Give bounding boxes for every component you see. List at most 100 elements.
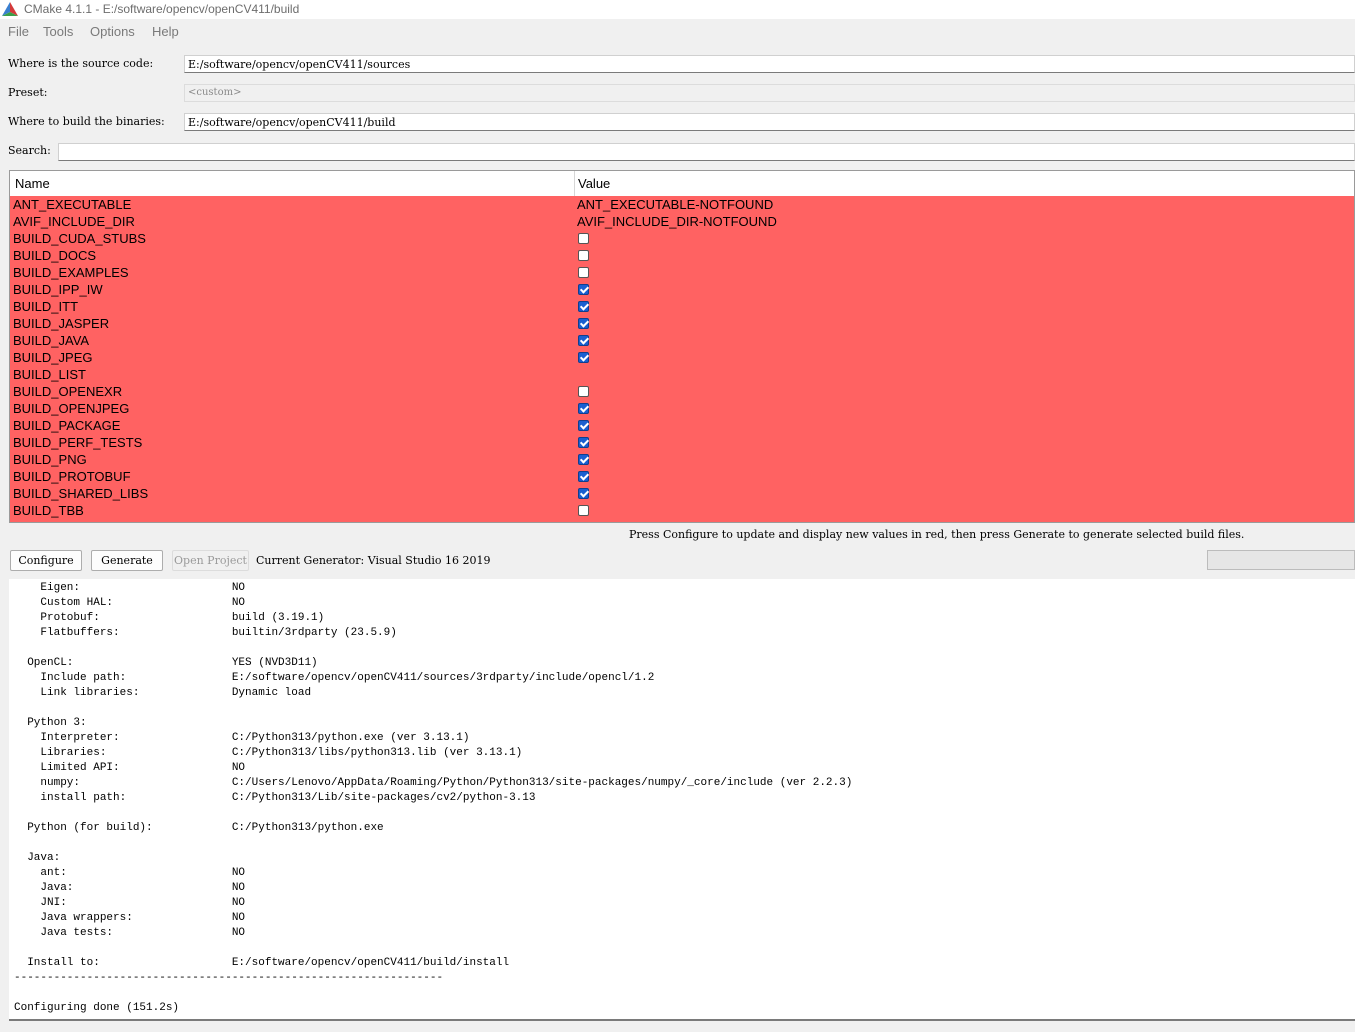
- cmake-logo-icon: [2, 2, 18, 16]
- current-generator: Current Generator: Visual Studio 16 2019: [256, 554, 491, 567]
- value-checkbox[interactable]: [578, 301, 589, 312]
- table-row[interactable]: BUILD_PROTOBUF: [10, 468, 1354, 485]
- value-checkbox[interactable]: [578, 352, 589, 363]
- cell-name: BUILD_PROTOBUF: [13, 469, 131, 484]
- cell-name: BUILD_PACKAGE: [13, 418, 121, 433]
- menu-file[interactable]: File: [8, 24, 29, 39]
- table-row[interactable]: ANT_EXECUTABLE ANT_EXECUTABLE-NOTFOUND: [10, 196, 1354, 213]
- log-line: ant: NO: [14, 867, 246, 879]
- title-bar: CMake 4.1.1 - E:/software/opencv/openCV4…: [0, 0, 1355, 19]
- value-checkbox[interactable]: [578, 250, 589, 261]
- value-checkbox[interactable]: [578, 471, 589, 482]
- log-line: JNI: NO: [14, 897, 246, 909]
- column-header-name[interactable]: Name: [15, 176, 50, 191]
- search-label: Search:: [8, 144, 51, 157]
- hint-text: Press Configure to update and display ne…: [629, 528, 1245, 541]
- cell-name: BUILD_SHARED_LIBS: [13, 486, 149, 501]
- table-row[interactable]: BUILD_LIST: [10, 366, 1354, 383]
- table-row[interactable]: BUILD_JPEG: [10, 349, 1354, 366]
- cell-name: BUILD_IPP_IW: [13, 282, 103, 297]
- value-checkbox[interactable]: [578, 284, 589, 295]
- open-project-button[interactable]: Open Project: [172, 550, 249, 571]
- progress-bar: [1207, 550, 1355, 570]
- table-row[interactable]: BUILD_JASPER: [10, 315, 1354, 332]
- table-row[interactable]: BUILD_SHARED_LIBS: [10, 485, 1354, 502]
- table-row[interactable]: BUILD_OPENJPEG: [10, 400, 1354, 417]
- table-row[interactable]: BUILD_EXAMPLES: [10, 264, 1354, 281]
- log-line: Interpreter: C:/Python313/python.exe (ve…: [14, 732, 470, 744]
- value-checkbox[interactable]: [578, 420, 589, 431]
- table-row[interactable]: BUILD_PACKAGE: [10, 417, 1354, 434]
- cell-name: BUILD_OPENEXR: [13, 384, 123, 399]
- cell-name: BUILD_DOCS: [13, 248, 97, 263]
- table-row[interactable]: BUILD_IPP_IW: [10, 281, 1354, 298]
- log-line: Python 3:: [14, 717, 87, 729]
- log-line: Custom HAL: NO: [14, 597, 246, 609]
- generate-button[interactable]: Generate: [91, 550, 163, 571]
- cell-name: BUILD_JASPER: [13, 316, 110, 331]
- table-header: Name Value: [10, 171, 1354, 197]
- value-checkbox[interactable]: [578, 335, 589, 346]
- value-checkbox[interactable]: [578, 488, 589, 499]
- window-title: CMake 4.1.1 - E:/software/opencv/openCV4…: [24, 2, 300, 16]
- log-line: Java wrappers: NO: [14, 912, 246, 924]
- log-line: Libraries: C:/Python313/libs/python313.l…: [14, 747, 523, 759]
- cell-value[interactable]: ANT_EXECUTABLE-NOTFOUND: [577, 197, 773, 212]
- log-line: Python (for build): C:/Python313/python.…: [14, 822, 384, 834]
- cell-name: BUILD_ITT: [13, 299, 79, 314]
- log-line: Flatbuffers: builtin/3rdparty (23.5.9): [14, 627, 397, 639]
- binaries-input[interactable]: E:/software/opencv/openCV411/build: [184, 113, 1355, 131]
- value-checkbox[interactable]: [578, 454, 589, 465]
- log-line: numpy: C:/Users/Lenovo/AppData/Roaming/P…: [14, 777, 853, 789]
- table-row[interactable]: BUILD_PERF_TESTS: [10, 434, 1354, 451]
- column-header-value[interactable]: Value: [578, 176, 610, 191]
- cell-name: BUILD_OPENJPEG: [13, 401, 130, 416]
- cell-value[interactable]: AVIF_INCLUDE_DIR-NOTFOUND: [577, 214, 777, 229]
- value-checkbox[interactable]: [578, 318, 589, 329]
- log-line: Link libraries: Dynamic load: [14, 687, 312, 699]
- value-checkbox[interactable]: [578, 233, 589, 244]
- table-row[interactable]: BUILD_JAVA: [10, 332, 1354, 349]
- configure-button[interactable]: Configure: [10, 550, 82, 571]
- log-line: Install to: E:/software/opencv/openCV411…: [14, 957, 510, 969]
- preset-dropdown[interactable]: <custom>: [184, 84, 1355, 102]
- log-line: Java tests: NO: [14, 927, 246, 939]
- cell-name: BUILD_TBB: [13, 503, 84, 518]
- cell-name: BUILD_LIST: [13, 367, 86, 382]
- menu-options[interactable]: Options: [90, 24, 135, 39]
- binaries-label: Where to build the binaries:: [8, 115, 165, 128]
- cell-name: BUILD_PNG: [13, 452, 87, 467]
- value-checkbox[interactable]: [578, 437, 589, 448]
- table-row[interactable]: BUILD_TBB: [10, 502, 1354, 519]
- menu-help[interactable]: Help: [152, 24, 179, 39]
- table-row[interactable]: AVIF_INCLUDE_DIR AVIF_INCLUDE_DIR-NOTFOUN…: [10, 213, 1354, 230]
- value-checkbox[interactable]: [578, 267, 589, 278]
- source-input[interactable]: E:/software/opencv/openCV411/sources: [184, 55, 1355, 73]
- cell-name: BUILD_JPEG: [13, 350, 93, 365]
- menu-tools[interactable]: Tools: [43, 24, 73, 39]
- table-row[interactable]: BUILD_DOCS: [10, 247, 1354, 264]
- cell-name: BUILD_PERF_TESTS: [13, 435, 143, 450]
- source-label: Where is the source code:: [8, 57, 154, 70]
- table-row[interactable]: BUILD_PNG: [10, 451, 1354, 468]
- cell-name: BUILD_EXAMPLES: [13, 265, 129, 280]
- log-line: OpenCL: YES (NVD3D11): [14, 657, 318, 669]
- table-row[interactable]: BUILD_CUDA_STUBS: [10, 230, 1354, 247]
- value-checkbox[interactable]: [578, 403, 589, 414]
- value-checkbox[interactable]: [578, 386, 589, 397]
- output-log[interactable]: Eigen: NO Custom HAL: NO Protobuf: build…: [9, 579, 1355, 1019]
- log-line: Include path: E:/software/opencv/openCV4…: [14, 672, 655, 684]
- log-line: Limited API: NO: [14, 762, 246, 774]
- cell-name: BUILD_JAVA: [13, 333, 90, 348]
- log-line: Eigen: NO: [14, 582, 246, 594]
- column-divider[interactable]: [574, 171, 575, 196]
- table-body: ANT_EXECUTABLE ANT_EXECUTABLE-NOTFOUND AVI…: [10, 196, 1354, 522]
- log-line: Protobuf: build (3.19.1): [14, 612, 325, 624]
- log-line: Java: NO: [14, 882, 246, 894]
- table-row[interactable]: BUILD_ITT: [10, 298, 1354, 315]
- search-input[interactable]: [58, 143, 1355, 161]
- status-bar: [0, 1021, 1355, 1032]
- table-row[interactable]: BUILD_OPENEXR: [10, 383, 1354, 400]
- value-checkbox[interactable]: [578, 505, 589, 516]
- log-line: Configuring done (151.2s): [14, 1002, 180, 1014]
